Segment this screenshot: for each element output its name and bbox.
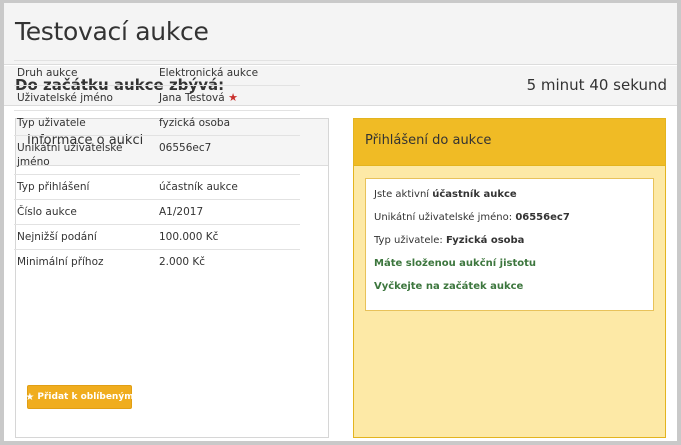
usertype-prefix: Typ uživatele: [374,235,446,246]
row-key: Uživatelské jméno [14,85,156,111]
username-prefix: Unikátní uživatelské jméno: [374,212,516,223]
row-key: Typ přihlášení [14,174,156,200]
add-to-favorites-label: Přidat k oblíbeným [37,392,134,402]
row-key: Nejnižší podání [14,224,156,250]
row-value: 2.000 Kč [156,249,300,274]
deposit-message: Máte složenou aukční jistotu [374,258,537,269]
auction-login-title: Přihlášení do aukce [354,119,665,166]
table-row: Unikátní uživatelské jméno 06556ec7 [14,135,300,175]
auction-info-table: Druh aukce Elektronická aukce Uživatelsk… [14,60,300,274]
row-value: A1/2017 [156,199,300,225]
active-role-value: účastník aukce [432,189,517,200]
row-value: Elektronická aukce [156,60,300,86]
wait-message: Vyčkejte na začátek aukce [374,281,524,292]
row-key: Číslo aukce [14,199,156,225]
row-value: 06556ec7 [156,135,300,175]
row-key: Unikátní uživatelské jméno [14,135,156,175]
add-to-favorites-button[interactable]: ★ Přidat k oblíbeným [25,385,134,409]
row-value: fyzická osoba [156,110,300,136]
table-row: Minimální příhoz 2.000 Kč [14,249,300,274]
active-role-line: Jste aktivní účastník aukce [374,188,645,211]
table-row: Druh aukce Elektronická aukce [14,60,300,86]
row-key: Typ uživatele [14,110,156,136]
table-row: Typ uživatele fyzická osoba [14,110,300,136]
row-value: 100.000 Kč [156,224,300,250]
page-title: Testovací aukce [15,17,209,46]
row-value: účastník aukce [156,174,300,200]
username-line-value: 06556ec7 [515,212,570,223]
auction-login-panel: Přihlášení do aukce Jste aktivní účastní… [353,118,666,438]
table-row: Uživatelské jméno Jana Testová ★ [14,85,300,111]
row-value: Jana Testová ★ [156,85,300,111]
username-line: Unikátní uživatelské jméno: 06556ec7 [374,211,645,234]
username-value: Jana Testová [159,92,225,104]
table-row: Číslo aukce A1/2017 [14,199,300,225]
active-role-prefix: Jste aktivní [374,189,433,200]
table-row: Nejnižší podání 100.000 Kč [14,224,300,250]
usertype-line: Typ uživatele: Fyzická osoba [374,234,645,257]
table-row: Typ přihlášení účastník aukce [14,174,300,200]
row-key: Druh aukce [14,60,156,86]
page-header: Testovací aukce [4,3,677,65]
star-icon: ★ [25,391,35,403]
usertype-value: Fyzická osoba [445,235,525,246]
login-status-box: Jste aktivní účastník aukce Unikátní uži… [365,178,654,311]
row-key: Minimální příhoz [14,249,156,274]
countdown-value: 5 minut 40 sekund [526,76,667,94]
star-icon: ★ [228,91,238,104]
